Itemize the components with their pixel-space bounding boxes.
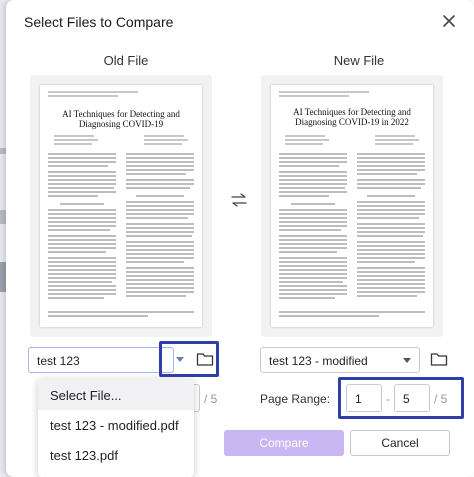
new-file-select-value: test 123 - modified <box>269 354 368 368</box>
dropdown-option-select-file[interactable]: Select File... <box>50 388 122 403</box>
old-file-page-heading: AI Techniques for Detecting and Diagnosi… <box>62 109 180 129</box>
new-file-page-thumbnail: AI Techniques for Detecting and Diagnosi… <box>271 85 433 327</box>
folder-icon <box>430 353 448 366</box>
new-range-total: / 5 <box>434 392 448 406</box>
compare-button[interactable]: Compare <box>224 430 344 456</box>
range-separator: - <box>386 392 390 406</box>
old-file-folder-button[interactable] <box>192 347 218 373</box>
file-dropdown-menu: Select File... test 123 - modified.pdf t… <box>38 378 194 477</box>
close-icon[interactable] <box>438 10 460 32</box>
chevron-down-icon[interactable] <box>176 357 184 362</box>
new-file-folder-button[interactable] <box>426 347 452 373</box>
compare-files-dialog: Select Files to Compare Old File New Fil… <box>6 0 474 477</box>
chevron-down-icon[interactable] <box>403 358 411 363</box>
old-file-page-thumbnail: AI Techniques for Detecting and Diagnosi… <box>40 85 202 327</box>
swap-files-icon[interactable] <box>229 192 249 208</box>
old-file-label: Old File <box>103 53 149 68</box>
new-file-label: New File <box>333 53 385 68</box>
range-end-value: 5 <box>403 392 410 406</box>
page-range-label: Page Range: <box>260 392 331 406</box>
old-range-total: / 5 <box>204 392 218 406</box>
old-file-select[interactable]: test 123 <box>28 347 174 373</box>
cancel-button[interactable]: Cancel <box>350 430 450 456</box>
dropdown-option-test-pdf[interactable]: test 123.pdf <box>50 448 118 463</box>
new-file-page-heading: AI Techniques for Detecting and Diagnosi… <box>293 107 411 127</box>
folder-icon <box>196 353 214 366</box>
old-file-select-value: test 123 <box>37 354 80 368</box>
dialog-title: Select Files to Compare <box>24 14 174 30</box>
range-start-value: 1 <box>355 392 362 406</box>
range-start-input[interactable]: 1 <box>346 384 382 412</box>
dialog-header: Select Files to Compare <box>6 0 474 44</box>
range-end-input[interactable]: 5 <box>394 384 430 412</box>
new-file-preview: AI Techniques for Detecting and Diagnosi… <box>261 75 443 337</box>
old-file-preview: AI Techniques for Detecting and Diagnosi… <box>30 75 212 337</box>
new-file-select[interactable]: test 123 - modified <box>260 347 420 373</box>
dropdown-option-modified-pdf[interactable]: test 123 - modified.pdf <box>50 418 179 433</box>
